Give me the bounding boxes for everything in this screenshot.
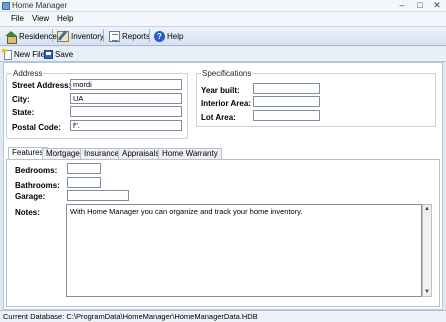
interior-area-label: Interior Area: — [201, 99, 251, 108]
window-title: Home Manager — [12, 1, 68, 10]
inventory-button[interactable]: Inventory — [55, 28, 106, 44]
new-file-button[interactable]: New File — [2, 48, 46, 61]
garage-label: Garage: — [15, 192, 46, 201]
notes-label: Notes: — [15, 208, 40, 217]
help-label: Help — [167, 31, 184, 41]
new-file-label: New File — [14, 50, 46, 59]
menu-view[interactable]: View — [32, 14, 49, 23]
interior-area-input[interactable] — [253, 96, 320, 107]
lot-area-label: Lot Area: — [201, 113, 236, 122]
save-button[interactable]: Save — [44, 48, 73, 61]
postal-input[interactable] — [70, 120, 182, 131]
specifications-title: Specifications — [201, 69, 253, 78]
address-title: Address — [12, 69, 44, 78]
scroll-up-icon[interactable]: ▲ — [423, 205, 431, 213]
notes-scrollbar[interactable]: ▲ ▼ — [422, 204, 432, 297]
state-label: State: — [12, 108, 35, 117]
reports-label: Reports — [122, 31, 151, 41]
save-label: Save — [55, 50, 74, 59]
city-label: City: — [12, 95, 30, 104]
bathrooms-input[interactable] — [67, 177, 101, 188]
bedrooms-label: Bedrooms: — [15, 166, 58, 175]
tab-home-warranty[interactable]: Home Warranty — [158, 148, 222, 159]
report-icon — [109, 30, 120, 42]
year-built-input[interactable] — [253, 83, 320, 94]
street-label: Street Address: — [12, 81, 72, 90]
minimize-icon[interactable]: – — [395, 0, 409, 11]
save-icon — [44, 50, 53, 59]
house-icon — [5, 30, 17, 44]
state-input[interactable] — [70, 106, 182, 117]
maximize-icon[interactable]: □ — [413, 0, 427, 11]
bedrooms-input[interactable] — [67, 163, 101, 174]
tab-insurance[interactable]: Insurance — [80, 148, 124, 159]
menu-file[interactable]: File — [11, 14, 24, 23]
notes-textarea[interactable]: With Home Manager you can organize and t… — [66, 204, 422, 297]
help-icon: ? — [154, 30, 165, 42]
status-bar: Current Database: C:\ProgramData\HomeMan… — [0, 310, 446, 322]
tab-appraisals[interactable]: Appraisals — [118, 148, 164, 159]
lot-area-input[interactable] — [253, 110, 320, 121]
street-input[interactable] — [70, 79, 182, 90]
bathrooms-label: Bathrooms: — [15, 181, 60, 190]
help-button[interactable]: ? Help — [152, 28, 185, 44]
toolbar-separator — [103, 29, 104, 42]
residence-button[interactable]: Residence — [3, 28, 59, 44]
pencil-icon — [57, 30, 69, 42]
year-built-label: Year built: — [201, 86, 240, 95]
tab-mortgage[interactable]: Mortgage — [42, 148, 84, 159]
app-icon — [2, 2, 10, 10]
inventory-label: Inventory — [71, 31, 104, 41]
reports-button[interactable]: Reports — [107, 28, 152, 44]
toolbar-separator — [52, 29, 53, 42]
postal-label: Postal Code: — [12, 123, 61, 132]
toolbar-separator — [149, 29, 150, 42]
menu-help[interactable]: Help — [57, 14, 73, 23]
new-file-icon — [2, 48, 12, 60]
city-input[interactable] — [70, 93, 182, 104]
scroll-down-icon[interactable]: ▼ — [423, 288, 431, 296]
garage-input[interactable] — [67, 190, 129, 201]
close-icon[interactable]: ✕ — [430, 0, 444, 11]
